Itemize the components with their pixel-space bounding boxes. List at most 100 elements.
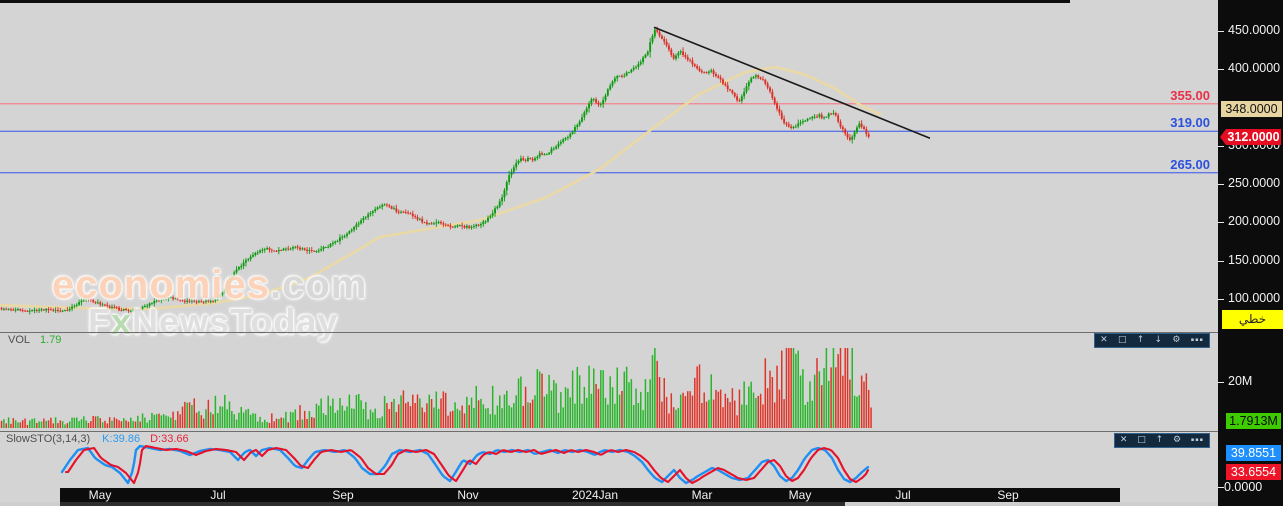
time-axis-label: Sep: [332, 488, 354, 502]
more-icon[interactable]: ▪▪▪: [1191, 434, 1204, 447]
volume-bar: [17, 422, 19, 428]
candle-body: [757, 75, 760, 78]
volume-bar: [292, 412, 294, 428]
volume-bar: [541, 373, 543, 428]
volume-bar: [684, 396, 687, 428]
candle-body: [783, 118, 786, 123]
close-icon[interactable]: ✕: [1100, 334, 1108, 347]
volume-bar: [825, 348, 828, 428]
candle-body: [653, 29, 656, 37]
volume-bar: [600, 370, 602, 428]
descending-trendline[interactable]: [653, 26, 931, 139]
volume-bar: [630, 379, 633, 428]
volume-bar: [155, 414, 158, 428]
volume-bar: [400, 395, 402, 428]
volume-bar: [123, 418, 125, 428]
settings-icon[interactable]: ⚙: [1172, 334, 1180, 347]
volume-bar: [106, 423, 109, 428]
volume-bar: [50, 417, 52, 428]
volume-bar: [672, 407, 675, 428]
volume-bar: [795, 353, 797, 428]
candle-body: [329, 243, 332, 247]
volume-bar: [823, 368, 825, 428]
candle-body: [294, 246, 297, 248]
candle-body: [14, 309, 17, 311]
volume-bar: [59, 420, 62, 428]
volume-bar: [828, 380, 830, 428]
candle-body: [557, 143, 560, 147]
stochastic-pane[interactable]: [60, 444, 870, 485]
price-axis-panel[interactable]: 450.0000 400.0000 300.0000 250.0000 200.0000…: [1218, 0, 1283, 506]
move-up-icon[interactable]: ↑: [1137, 334, 1145, 347]
volume-bar: [804, 404, 806, 428]
close-icon[interactable]: ✕: [1120, 434, 1128, 447]
volume-bar: [604, 397, 607, 428]
candle-body: [31, 310, 34, 312]
volume-bar: [153, 414, 156, 428]
volume-bar: [294, 409, 297, 428]
candle-body: [494, 208, 496, 214]
candle-body: [484, 221, 487, 223]
candle-body: [378, 206, 381, 208]
volume-bar: [644, 379, 647, 428]
candle-body: [759, 77, 762, 79]
volume-bar: [449, 411, 452, 428]
candle-body: [320, 249, 323, 251]
candle-body: [449, 225, 452, 227]
maximize-icon[interactable]: □: [1137, 434, 1146, 447]
volume-bar: [494, 414, 496, 428]
volume-bar: [287, 422, 289, 428]
candle-body: [806, 119, 809, 121]
volume-bar: [508, 405, 510, 428]
volume-bar: [529, 402, 532, 428]
volume-bar: [548, 374, 550, 428]
candle-body: [393, 208, 395, 210]
candle-body: [433, 223, 435, 225]
candle-body: [834, 113, 837, 116]
candle-body: [430, 223, 433, 225]
pane-separator[interactable]: [0, 431, 1218, 432]
maximize-icon[interactable]: □: [1118, 334, 1127, 347]
volume-bar: [343, 410, 346, 428]
candle-body: [658, 31, 661, 36]
volume-bar: [200, 415, 203, 428]
candle-body: [569, 133, 572, 137]
candle-body: [848, 137, 851, 140]
volume-bar: [38, 421, 40, 428]
volume-bar: [186, 402, 188, 428]
volume-bar: [602, 370, 604, 428]
stochastic-pane-toolbar: ✕ □ ↑ ⚙ ▪▪▪: [1114, 433, 1210, 448]
candle-body: [322, 247, 325, 250]
volume-bar: [461, 405, 463, 428]
candle-body: [604, 95, 607, 101]
settings-icon[interactable]: ⚙: [1173, 434, 1181, 447]
candle-body: [794, 126, 797, 128]
time-axis-label: Nov: [457, 488, 479, 502]
candle-body: [284, 248, 287, 250]
candle-body: [644, 54, 647, 58]
candle-body: [715, 74, 717, 76]
candle-body: [477, 224, 480, 226]
volume-bar: [339, 398, 341, 428]
volume-bar: [846, 348, 849, 428]
candle-body: [602, 100, 605, 105]
candle-body: [769, 87, 771, 92]
candle-body: [750, 78, 753, 82]
scrollbar-handle[interactable]: [60, 502, 845, 506]
candle-body: [442, 223, 445, 225]
volume-bar: [421, 407, 423, 428]
volume-pane[interactable]: [0, 348, 872, 428]
move-down-icon[interactable]: ↓: [1155, 334, 1163, 347]
candle-body: [49, 309, 52, 311]
candle-body: [813, 116, 816, 118]
time-axis[interactable]: May Jul Sep Nov 2024Jan Mar May Jul Sep: [60, 488, 1120, 502]
candle-body: [28, 310, 31, 312]
candle-body: [559, 141, 562, 144]
candle-body: [649, 42, 652, 52]
pane-separator[interactable]: [0, 332, 1218, 333]
more-icon[interactable]: ▪▪▪: [1191, 334, 1204, 347]
candle-body: [21, 310, 24, 312]
move-up-icon[interactable]: ↑: [1156, 434, 1164, 447]
candle-body: [841, 127, 844, 130]
scale-mode-button[interactable]: خطي: [1222, 310, 1283, 329]
